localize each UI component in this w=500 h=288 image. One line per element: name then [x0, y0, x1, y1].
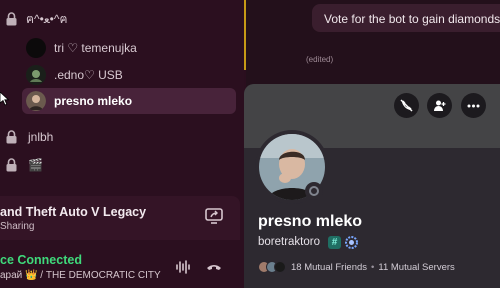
nitro-badge-icon[interactable] [345, 235, 359, 249]
lock-icon [6, 158, 17, 172]
noise-suppression-icon[interactable] [176, 260, 190, 274]
call-off-button[interactable] [394, 93, 419, 118]
member-label: tri ♡ temenujka [54, 41, 137, 55]
voice-status: ce Connected [0, 253, 82, 267]
profile-display-name: presno mleko [258, 213, 363, 230]
message-text: Vote for the bot to gain diamonds [324, 12, 500, 26]
mutuals-row[interactable]: 18 Mutual Friends • 11 Mutual Servers [258, 260, 455, 274]
avatar [26, 38, 46, 58]
username-row: boretraktoro # [258, 235, 359, 249]
voice-channel-name[interactable]: арай 👑 / THE DEMOCRATIC CITY [0, 270, 161, 281]
channel-item[interactable]: 🎬 [0, 152, 240, 178]
member-label: .edno♡ USB [54, 68, 123, 82]
accent-divider [244, 0, 246, 70]
mutual-friends-count[interactable]: 18 Mutual Friends [291, 262, 367, 273]
channel-sidebar: ฅ^•ﻌ•^ฅ tri ♡ temenujka .edno♡ USB presn… [0, 0, 244, 288]
add-friend-icon [434, 100, 446, 111]
separator: • [371, 261, 375, 273]
member-item-selected[interactable]: presno mleko [22, 88, 236, 114]
screen-share-icon[interactable] [205, 208, 223, 224]
profile-popout: presno mleko boretraktoro # 18 Mutual Fr… [244, 84, 500, 288]
channel-label: 🎬 [28, 158, 43, 172]
edited-label: (edited) [306, 55, 334, 64]
member-label: presno mleko [54, 94, 133, 108]
call-off-icon [400, 99, 413, 112]
offline-status-icon [305, 182, 323, 200]
member-item[interactable]: .edno♡ USB [0, 62, 240, 88]
lock-icon [6, 12, 17, 26]
more-icon [467, 104, 480, 107]
message-bubble[interactable]: Vote for the bot to gain diamonds [312, 4, 500, 32]
game-title: and Theft Auto V Legacy [0, 205, 147, 219]
channel-item[interactable]: jnlbh [0, 124, 240, 150]
lock-icon [6, 130, 17, 144]
channel-item[interactable]: ฅ^•ﻌ•^ฅ [0, 6, 240, 32]
avatar [26, 65, 46, 85]
activity-panel: and Theft Auto V Legacy Sharing [0, 196, 240, 240]
mutual-servers-count[interactable]: 11 Mutual Servers [378, 262, 454, 273]
more-options-button[interactable] [461, 93, 486, 118]
mouse-cursor-icon [0, 92, 10, 106]
voice-connection-panel: ce Connected арай 👑 / THE DEMOCRATIC CIT… [0, 244, 240, 288]
mutual-avatar [274, 261, 286, 273]
hashtag-badge-icon[interactable]: # [328, 235, 342, 249]
disconnect-icon[interactable] [206, 260, 222, 274]
profile-username[interactable]: boretraktoro [258, 236, 320, 248]
member-item[interactable]: tri ♡ temenujka [0, 35, 240, 61]
add-friend-button[interactable] [427, 93, 452, 118]
activity-subtitle: Sharing [0, 221, 35, 232]
channel-label: ฅ^•ﻌ•^ฅ [26, 11, 68, 26]
channel-label: jnlbh [28, 130, 54, 144]
avatar [26, 91, 46, 111]
